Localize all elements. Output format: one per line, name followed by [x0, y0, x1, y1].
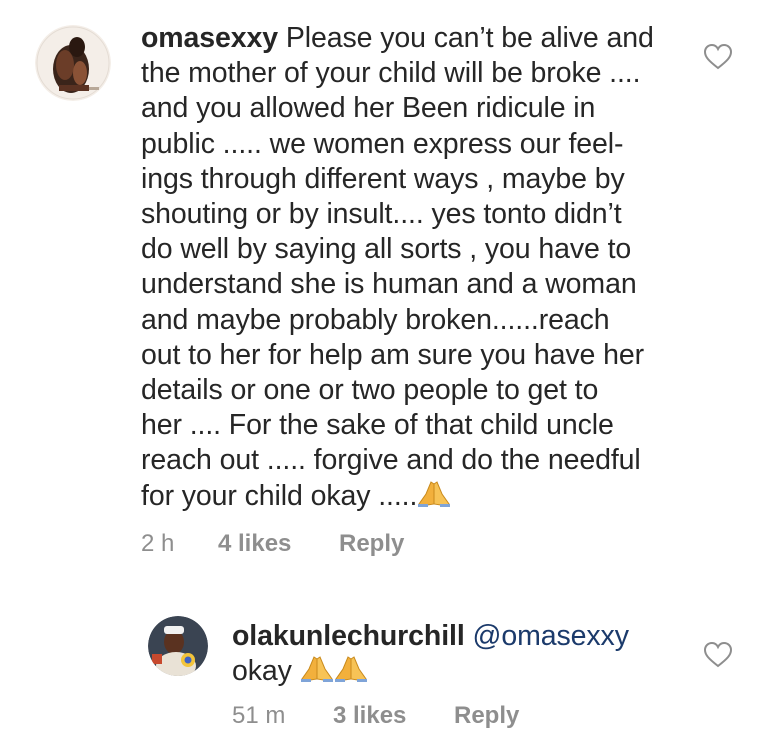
comment-line: and you allowed her Been ridicule in [141, 92, 596, 125]
comment-text: for your child okay ..... [141, 479, 418, 512]
comment-line: reach out ..... forgive and do the needf… [141, 444, 641, 477]
avatar-olakunlechurchill[interactable] [148, 616, 208, 676]
comment-line: details or one or two people to get to [141, 374, 599, 407]
heart-outline-icon[interactable] [703, 43, 733, 71]
comment-line: her .... For the sake of that child uncl… [141, 409, 614, 442]
praying-hands-emoji [417, 480, 451, 517]
comment-time: 2 h [141, 530, 175, 557]
comment-time: 51 m [232, 702, 286, 729]
comment-line: for your child okay ..... [141, 479, 701, 517]
comment-line: shouting or by insult.... yes tonto didn… [141, 198, 622, 231]
comment-meta: 51 m 3 likes Reply [232, 702, 632, 732]
comment-omasexxy: omasexxy Please you can’t be alive and t… [0, 0, 777, 580]
comment-line: olakunlechurchill @omasexxy [232, 619, 702, 654]
comment-line: public ..... we women express our feel- [141, 127, 624, 160]
praying-hands-emoji [334, 655, 368, 692]
heart-outline-icon[interactable] [703, 641, 733, 669]
comment-text: okay [232, 655, 300, 688]
reply-button[interactable]: Reply [454, 702, 519, 730]
comment-olakunlechurchill: olakunlechurchill @omasexxy okay 51 m 3 … [0, 590, 777, 737]
likes-count-button[interactable]: 4 likes [218, 530, 291, 558]
praying-hands-emoji [300, 655, 334, 692]
likes-count-button[interactable]: 3 likes [333, 702, 406, 730]
reply-button[interactable]: Reply [339, 530, 404, 558]
comment-line: out to her for help am sure you have her [141, 338, 644, 371]
comment-meta: 2 h 4 likes Reply [141, 530, 541, 560]
comment-line: okay [232, 654, 702, 692]
comment-line: ings through different ways , maybe by [141, 162, 625, 195]
comment-line: omasexxy Please you can’t be alive and [141, 21, 701, 56]
comment-text: Please you can’t be alive and [278, 22, 654, 54]
comment-line: do well by saying all sorts , you have t… [141, 233, 632, 266]
comment-line: understand she is human and a woman [141, 268, 637, 301]
comment-body: omasexxy Please you can’t be alive and t… [141, 21, 701, 517]
comment-username[interactable]: olakunlechurchill [232, 620, 465, 652]
comment-line: and maybe probably broken......reach [141, 303, 610, 336]
avatar-omasexxy[interactable] [35, 25, 111, 101]
mention-link[interactable]: @omasexxy [465, 620, 629, 652]
comment-body: olakunlechurchill @omasexxy okay [232, 619, 702, 692]
comment-username[interactable]: omasexxy [141, 22, 278, 54]
comment-line: the mother of your child will be broke .… [141, 57, 641, 90]
